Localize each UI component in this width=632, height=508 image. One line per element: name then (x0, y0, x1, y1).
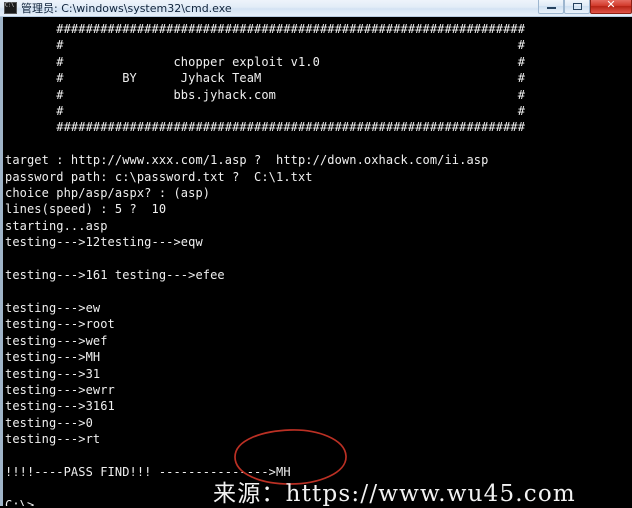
cmd-icon (4, 2, 17, 14)
console-text: ########################################… (5, 22, 526, 506)
window-controls (538, 0, 632, 17)
window-title: 管理员: C:\windows\system32\cmd.exe (21, 2, 232, 15)
console-output-area[interactable]: ########################################… (0, 17, 632, 506)
minimize-button[interactable] (538, 0, 564, 14)
source-watermark: 来源：https://www.wu45.com (213, 481, 576, 507)
cmd-window: 管理员: C:\windows\system32\cmd.exe #######… (0, 0, 632, 507)
maximize-button[interactable] (564, 0, 590, 14)
title-bar[interactable]: 管理员: C:\windows\system32\cmd.exe (0, 0, 632, 17)
close-button[interactable] (590, 0, 632, 14)
